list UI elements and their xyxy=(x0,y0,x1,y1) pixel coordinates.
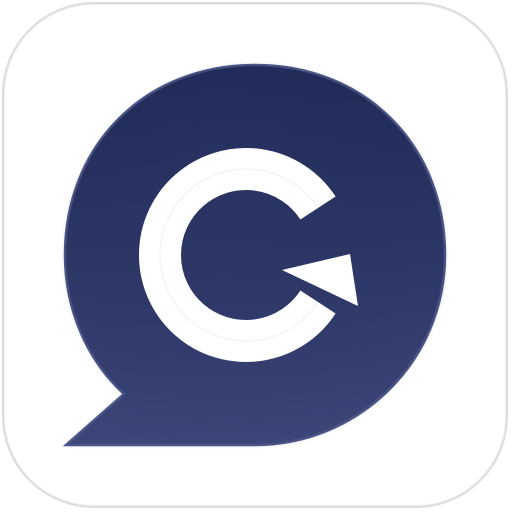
canvas xyxy=(0,0,512,512)
bubble-sheen xyxy=(65,65,445,445)
speech-bubble-logo-icon xyxy=(62,63,447,447)
